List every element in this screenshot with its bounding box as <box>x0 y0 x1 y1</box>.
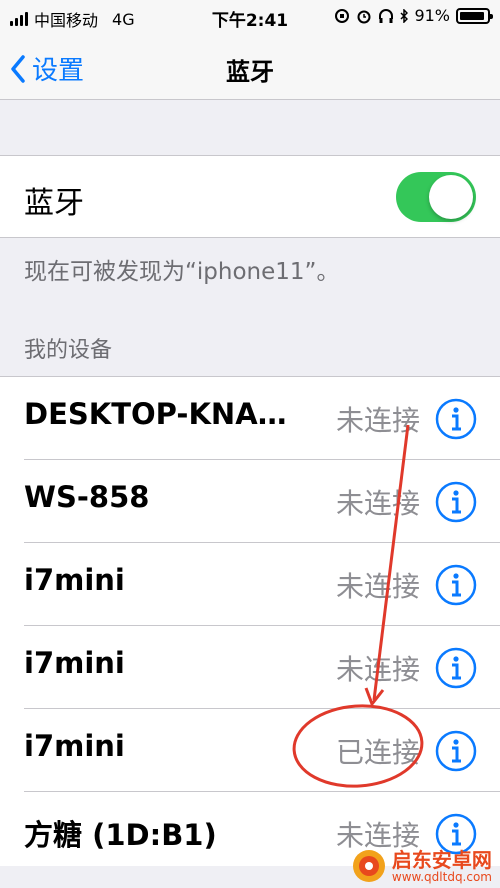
device-row[interactable]: i7mini 未连接 <box>0 543 500 626</box>
device-name: i7mini <box>24 646 125 680</box>
bluetooth-status-icon <box>400 8 409 23</box>
device-name: i7mini <box>24 729 125 763</box>
my-devices-header: 我的设备 <box>24 338 113 363</box>
watermark-logo-icon <box>352 850 385 883</box>
bluetooth-toggle-row: 蓝牙 <box>0 155 500 238</box>
info-icon[interactable] <box>434 729 478 773</box>
battery-icon <box>456 7 493 24</box>
device-list: DESKTOP-KNA… 未连接 WS-858 未连接 i7mini 未连接 i… <box>0 376 500 866</box>
rotation-lock-icon <box>335 8 350 23</box>
headphones-icon <box>379 8 394 23</box>
status-bar: 中国移动 4G 下午2:41 91% <box>0 0 500 34</box>
watermark-title: 启东安卓网 <box>391 847 492 872</box>
device-name: WS-858 <box>24 480 150 514</box>
device-status: 未连接 <box>335 487 420 520</box>
device-status: 未连接 <box>335 653 420 686</box>
device-name: i7mini <box>24 563 125 597</box>
navigation-bar: 设置 蓝牙 <box>0 34 500 100</box>
watermark-url: www.qdltdq.com <box>391 869 492 884</box>
device-status: 已连接 <box>335 736 420 769</box>
device-status: 未连接 <box>335 570 420 603</box>
watermark: 启东安卓网 www.qdltdq.com <box>352 849 492 884</box>
info-icon[interactable] <box>434 646 478 690</box>
info-icon[interactable] <box>434 480 478 524</box>
toggle-knob <box>429 175 473 219</box>
device-row[interactable]: i7mini 未连接 <box>0 626 500 709</box>
discoverable-note: 现在可被发现为“iphone11”。 <box>24 259 340 285</box>
status-right: 91% <box>334 6 493 25</box>
device-row[interactable]: WS-858 未连接 <box>0 460 500 543</box>
battery-percent: 91% <box>414 6 450 25</box>
device-name: DESKTOP-KNA… <box>24 397 287 431</box>
info-icon[interactable] <box>434 563 478 607</box>
device-row[interactable]: i7mini 已连接 <box>0 709 500 792</box>
bluetooth-toggle[interactable] <box>396 172 476 222</box>
page-title: 蓝牙 <box>226 58 274 86</box>
alarm-icon <box>357 10 371 23</box>
info-icon[interactable] <box>434 397 478 441</box>
bluetooth-label: 蓝牙 <box>24 186 84 221</box>
device-status: 未连接 <box>335 404 420 437</box>
device-row[interactable]: DESKTOP-KNA… 未连接 <box>0 377 500 460</box>
device-name: 方糖 (1D:B1) <box>24 818 217 852</box>
